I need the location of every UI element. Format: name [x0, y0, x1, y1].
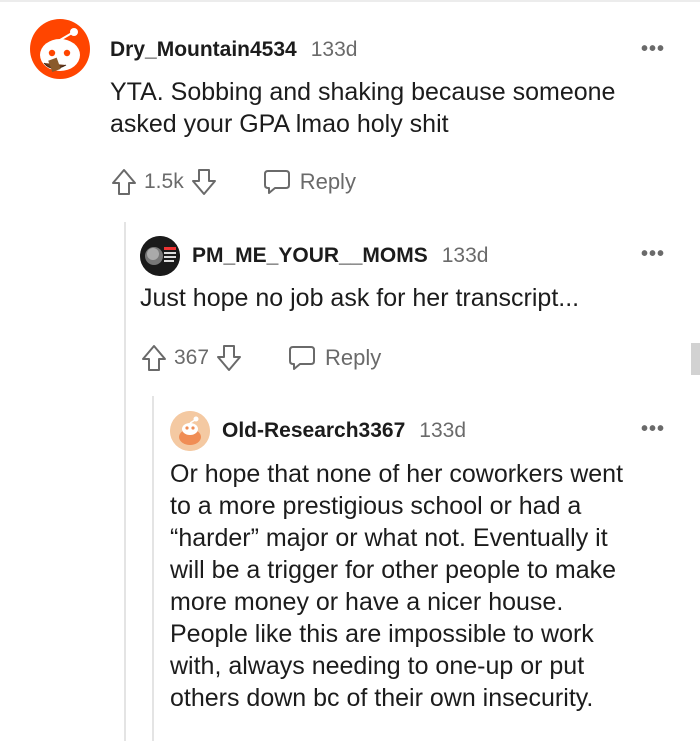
reply-label: Reply: [299, 169, 356, 194]
more-options-icon[interactable]: •••: [641, 38, 665, 61]
comment-body: Or hope that none of her coworkers went …: [170, 458, 623, 714]
comment-body-line: asked your GPA lmao holy shit: [110, 110, 449, 138]
username[interactable]: Dry_Mountain4534: [110, 38, 297, 62]
thread-line-level-2[interactable]: [152, 396, 154, 741]
reply-icon: [289, 346, 316, 370]
comment-age: 133d: [441, 244, 489, 267]
more-options-icon[interactable]: •••: [641, 243, 665, 266]
reply-button[interactable]: Reply: [287, 344, 381, 372]
upvote-icon[interactable]: [110, 167, 138, 197]
more-options-icon[interactable]: •••: [641, 418, 665, 441]
comment-body-line: “harder” major or what not. Eventually i…: [170, 524, 608, 552]
reply-icon: [263, 170, 290, 194]
comment-1-actions: 1.5k Reply: [110, 166, 356, 198]
username[interactable]: PM_ME_YOUR__MOMS: [192, 244, 428, 268]
comment-3-meta: Old-Research3367 133d: [222, 419, 466, 443]
comment-age: 133d: [310, 38, 358, 61]
upvote-icon[interactable]: [140, 343, 168, 373]
comment-body-line: others down bc of their own insecurity.: [170, 684, 594, 712]
snoo-icon: [40, 28, 80, 73]
vote-count: 1.5k: [144, 170, 184, 193]
username[interactable]: Old-Research3367: [222, 419, 405, 443]
comment-body-line: to a more prestigious school or had a: [170, 492, 582, 520]
reply-button[interactable]: Reply: [262, 168, 356, 196]
reply-label: Reply: [325, 345, 382, 370]
downvote-icon[interactable]: [190, 167, 218, 197]
comment-body: YTA. Sobbing and shaking because someone…: [110, 76, 615, 140]
comment-body-line: YTA. Sobbing and shaking because someone: [110, 78, 616, 106]
user-photo-icon: [140, 236, 180, 276]
comment-2-meta: PM_ME_YOUR__MOMS 133d: [192, 244, 488, 268]
top-divider: [0, 0, 700, 2]
comment-body-line: Or hope that none of her coworkers went: [170, 460, 624, 488]
avatar-user-image[interactable]: [140, 236, 180, 276]
vote-count: 367: [174, 346, 210, 369]
avatar-snoo-orange[interactable]: [30, 19, 90, 79]
downvote-icon[interactable]: [215, 343, 243, 373]
avatar-snoo-beige[interactable]: [170, 411, 210, 451]
comment-body-line: more money or have a nicer house.: [170, 588, 564, 616]
comment-age: 133d: [419, 419, 466, 442]
comment-body-line: with, always needing to one-up or put: [170, 652, 585, 680]
scrollbar-thumb[interactable]: [691, 343, 700, 375]
comment-body-line: Just hope no job ask for her transcript.…: [140, 284, 580, 312]
comment-1-meta: Dry_Mountain4534 133d: [110, 38, 357, 62]
thread-line-level-1[interactable]: [124, 222, 126, 741]
comment-body: Just hope no job ask for her transcript.…: [140, 282, 579, 314]
comment-2-actions: 367 Reply: [140, 342, 381, 374]
comment-body-line: People like this are impossible to work: [170, 620, 594, 648]
snoo-icon: [170, 411, 210, 451]
comment-body-line: will be a trigger for other people to ma…: [170, 556, 617, 584]
